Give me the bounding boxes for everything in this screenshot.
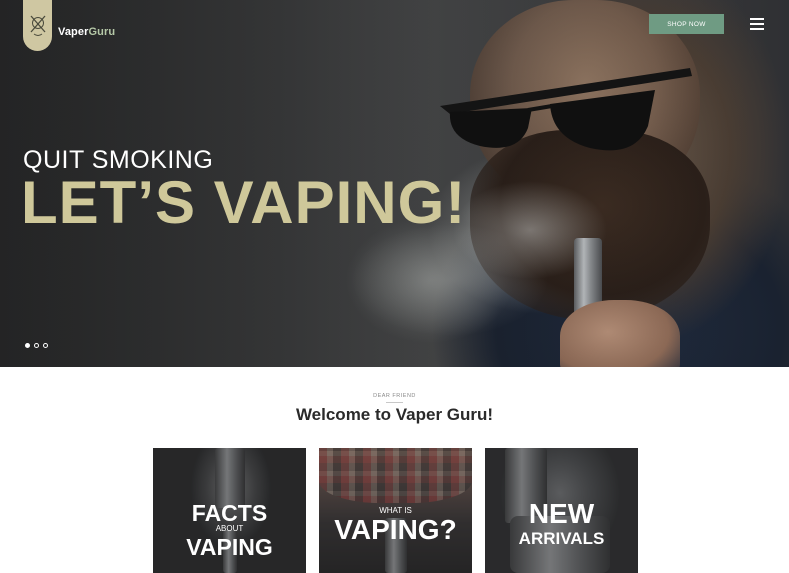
- hero-slider: VaperGuru SHOP NOW QUIT SMOKING LET’S VA…: [0, 0, 789, 367]
- slider-dot-3[interactable]: [43, 343, 48, 348]
- card-title-line2: ARRIVALS: [518, 529, 605, 548]
- card-what-is-vaping[interactable]: WHAT IS VAPING?: [319, 448, 472, 573]
- section-eyebrow: DEAR FRIEND: [373, 393, 416, 399]
- eyebrow-divider: [386, 402, 403, 403]
- card-title-line2: ABOUT: [215, 524, 244, 533]
- card-facts-about-vaping[interactable]: FACTS ABOUT VAPING: [153, 448, 306, 573]
- card-new-arrivals[interactable]: NEW ARRIVALS: [485, 448, 638, 573]
- hamburger-menu-icon[interactable]: [750, 18, 764, 30]
- slider-dot-1[interactable]: [25, 343, 30, 348]
- card-title-line1: FACTS: [191, 500, 268, 526]
- card-title-line2: VAPING?: [334, 514, 457, 545]
- slider-pagination: [25, 343, 48, 348]
- shop-now-button[interactable]: SHOP NOW: [649, 14, 724, 34]
- section-heading: Welcome to Vaper Guru!: [295, 405, 494, 424]
- card-title-line1: NEW: [528, 498, 595, 529]
- logo-badge[interactable]: [23, 0, 52, 51]
- slider-dot-2[interactable]: [34, 343, 39, 348]
- brand-name-part1: Vaper: [58, 26, 89, 38]
- crossed-pipes-logo-icon: [30, 15, 45, 36]
- brand-name-part2: Guru: [88, 26, 116, 38]
- brand-name[interactable]: VaperGuru: [58, 26, 115, 38]
- hero-title: LET’S VAPING!: [21, 169, 467, 236]
- card-title-line3: VAPING: [186, 534, 273, 560]
